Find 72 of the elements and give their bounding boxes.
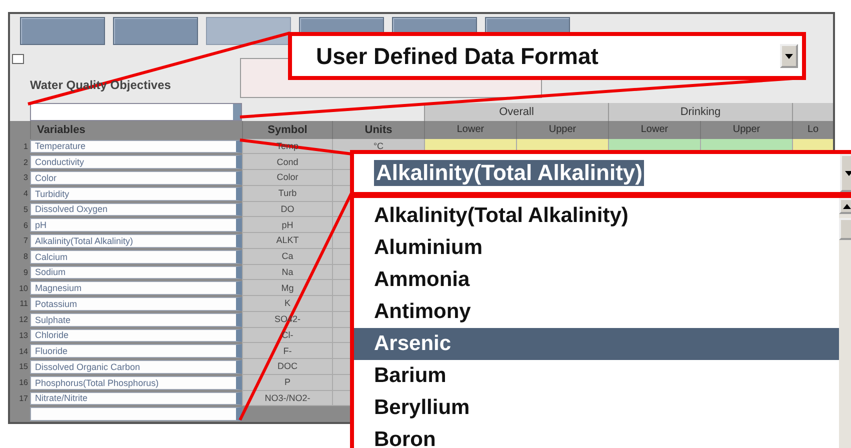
variable-field[interactable]: Chloride: [30, 328, 242, 342]
caret-icon: [845, 170, 851, 176]
table-cell: P: [242, 374, 332, 391]
format-dropdown[interactable]: [30, 103, 242, 121]
row-number: 6: [22, 220, 29, 232]
variable-field[interactable]: Sodium: [30, 266, 242, 280]
table-cell: Cond: [242, 154, 332, 170]
row-number: 15: [18, 361, 29, 374]
variable-field[interactable]: Phosphorus(Total Phosphorus): [30, 376, 242, 390]
variable-field[interactable]: Dissolved Organic Carbon: [30, 360, 242, 374]
table-cell: Ca: [242, 248, 332, 265]
row-number: 16: [18, 377, 29, 390]
row-number: 1: [22, 140, 29, 153]
table-cell: Na: [242, 264, 332, 280]
list-option[interactable]: Barium: [354, 360, 839, 392]
table-cell: K: [242, 296, 332, 312]
scrollbar[interactable]: [839, 198, 851, 448]
row-number: 12: [18, 314, 29, 326]
row-number: 14: [18, 346, 29, 358]
group-header: Drinking: [608, 103, 792, 121]
table-cell: Turb: [242, 186, 332, 202]
row-number: 13: [18, 330, 29, 342]
table-cell: Color: [242, 170, 332, 186]
variable-field[interactable]: Calcium: [30, 250, 242, 264]
table-cell: NO3-/NO2-: [242, 390, 332, 406]
up-arrow-icon: [843, 204, 851, 208]
variable-field[interactable]: pH: [30, 218, 242, 232]
group-header: Overall: [424, 103, 608, 121]
variable-field[interactable]: Dissolved Oxygen: [30, 202, 242, 216]
list-option[interactable]: Boron: [354, 424, 839, 448]
row-number: 3: [22, 172, 29, 184]
list-option[interactable]: Aluminium: [354, 232, 839, 264]
variable-field[interactable]: Turbidity: [30, 186, 242, 201]
variable-field[interactable]: Alkalinity(Total Alkalinity): [30, 234, 242, 248]
variable-field[interactable]: [30, 407, 242, 422]
format-dropdown[interactable]: User Defined Data Format: [288, 32, 806, 80]
checkbox[interactable]: [12, 54, 24, 64]
table-cell: Mg: [242, 280, 332, 296]
group-header-cell: [792, 103, 833, 121]
list-option[interactable]: Beryllium: [354, 392, 839, 424]
variable-field[interactable]: Potassium: [30, 297, 242, 311]
row-number: 10: [18, 282, 29, 295]
scrollbar-thumb[interactable]: [839, 218, 851, 240]
list-option[interactable]: Arsenic: [354, 328, 839, 360]
variable-field[interactable]: Temperature: [30, 140, 242, 154]
caret-icon: [785, 54, 793, 58]
variable-field[interactable]: Magnesium: [30, 281, 242, 296]
list-option[interactable]: Antimony: [354, 296, 839, 328]
row-number: 7: [22, 235, 29, 248]
table-cell: DOC: [242, 359, 332, 375]
variable-field[interactable]: Sulphate: [30, 312, 242, 327]
row-number: 9: [22, 266, 29, 279]
row-number: 4: [22, 188, 29, 200]
variable-field[interactable]: Nitrate/Nitrite: [30, 392, 242, 406]
dropdown-button[interactable]: [780, 44, 798, 68]
row-number: 5: [22, 204, 29, 216]
row-number: 11: [18, 298, 29, 310]
table-cell: ALKT: [242, 233, 332, 249]
table-cell: DO: [242, 202, 332, 218]
table-cell: F-: [242, 343, 332, 360]
table-cell: pH: [242, 217, 332, 234]
list-option[interactable]: Ammonia: [354, 264, 839, 296]
toolbar-button[interactable]: [20, 17, 105, 45]
row-number: 17: [18, 392, 29, 405]
variable-combo[interactable]: Alkalinity(Total Alkalinity): [350, 150, 851, 196]
variable-field[interactable]: Fluoride: [30, 344, 242, 358]
toolbar-button[interactable]: [113, 17, 198, 45]
list-option[interactable]: Alkalinity(Total Alkalinity): [354, 200, 839, 232]
row-number: 2: [22, 156, 29, 169]
row-number: 8: [22, 251, 29, 264]
variable-field[interactable]: Color: [30, 171, 242, 185]
variable-field[interactable]: Conductivity: [30, 155, 242, 170]
